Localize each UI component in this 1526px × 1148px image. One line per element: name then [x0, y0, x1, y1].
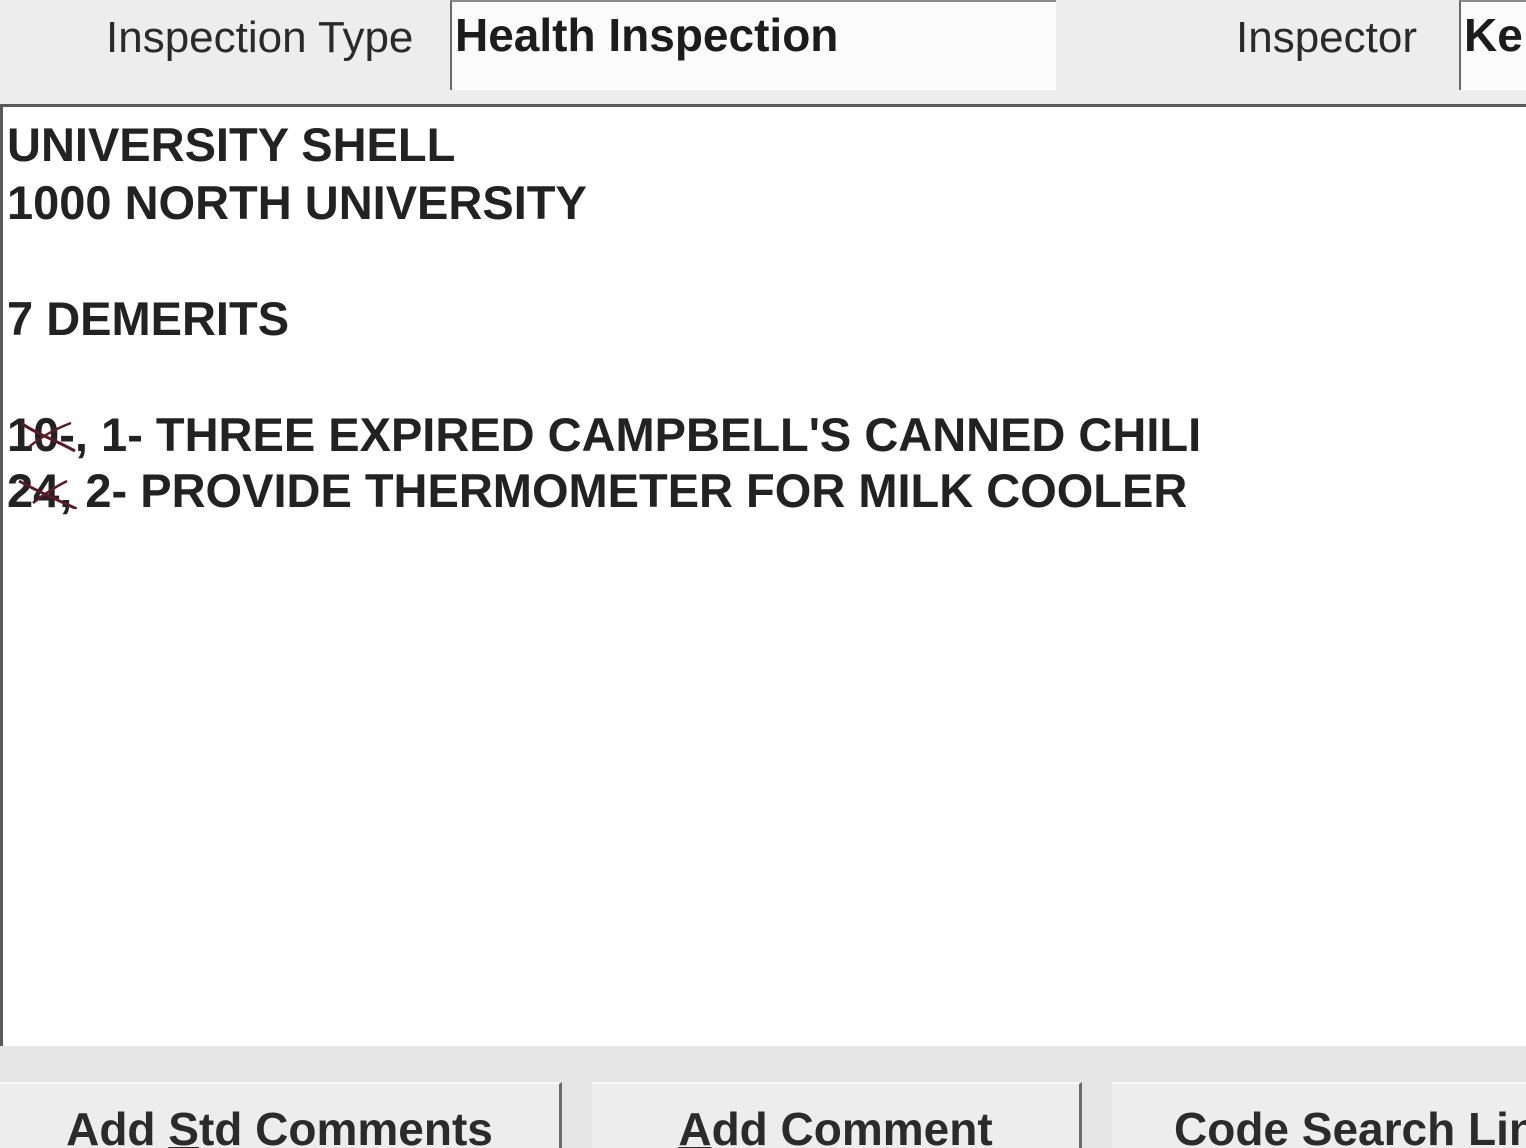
add-comment-label: Add Comment: [592, 1106, 1079, 1148]
add-std-comments-label: Add Std Comments: [0, 1106, 559, 1148]
code-search-button[interactable]: Code Search Lin: [1112, 1082, 1526, 1148]
violation-code: 24: [7, 467, 77, 514]
violation-code: 10: [7, 411, 76, 458]
inspector-label: Inspector: [1236, 13, 1417, 62]
add-comment-button[interactable]: Add Comment: [592, 1082, 1082, 1148]
comments-text-area[interactable]: UNIVERSITY SHELL 1000 NORTH UNIVERSITY 7…: [0, 104, 1526, 1046]
violation-text: -, 1- THREE EXPIRED CAMPBELL'S CANNED CH…: [59, 408, 1202, 461]
add-std-comments-button[interactable]: Add Std Comments: [0, 1082, 562, 1148]
inspection-header: Inspection Type Health Inspection Inspec…: [0, 0, 1526, 104]
inspector-value: Ke: [1464, 9, 1523, 61]
inspection-type-field[interactable]: Health Inspection: [450, 0, 1056, 90]
accelerator-key: S: [168, 1103, 199, 1148]
button-bar: Add Std Comments Add Comment Code Search…: [0, 1046, 1526, 1148]
violation-line: 10 -, 1- THREE EXPIRED CAMPBELL'S CANNED…: [7, 411, 1201, 458]
code-search-label: Code Search Lin: [1174, 1103, 1526, 1148]
violation-line: 24 , 2- PROVIDE THERMOMETER FOR MILK COO…: [7, 467, 1187, 514]
violation-text: , 2- PROVIDE THERMOMETER FOR MILK COOLER: [59, 464, 1188, 517]
inspection-type-value: Health Inspection: [455, 9, 839, 61]
inspector-field[interactable]: Ke: [1459, 0, 1526, 90]
inspection-type-label: Inspection Type: [106, 13, 414, 62]
accelerator-key: A: [678, 1103, 712, 1148]
demerits-total: 7 DEMERITS: [7, 292, 290, 345]
establishment-name: UNIVERSITY SHELL: [7, 118, 456, 171]
establishment-address: 1000 NORTH UNIVERSITY: [7, 176, 587, 229]
